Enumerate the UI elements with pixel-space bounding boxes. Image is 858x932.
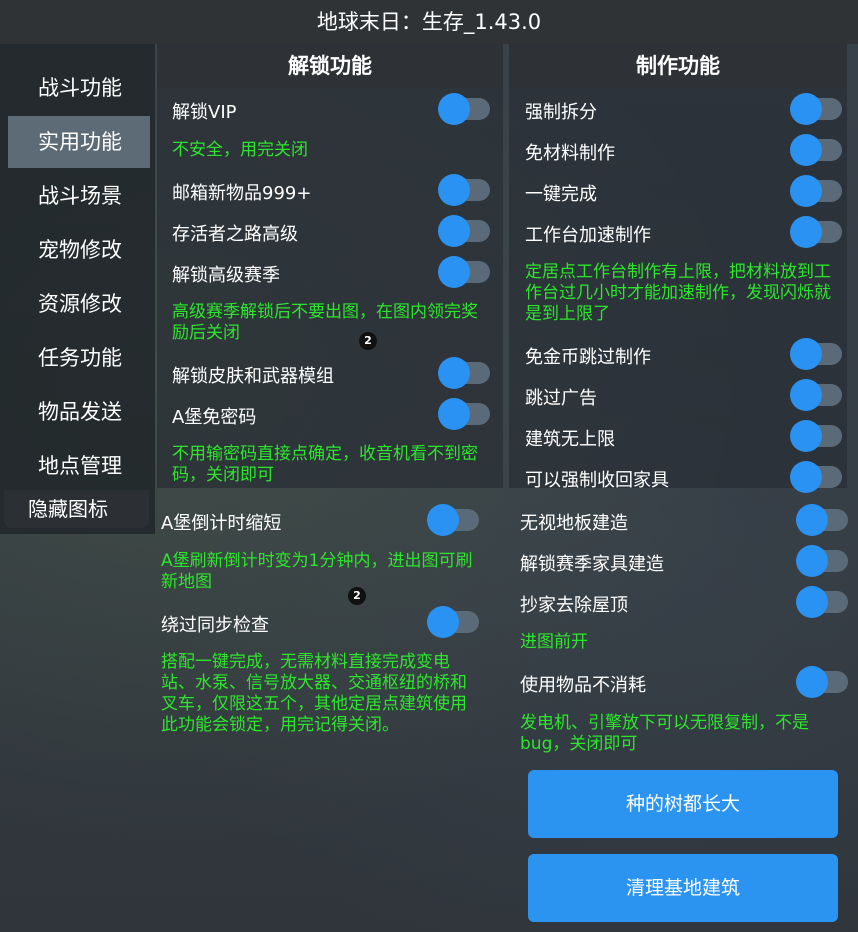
skip-coin-toggle[interactable] [790, 338, 842, 370]
mail999-toggle[interactable] [438, 174, 490, 206]
skip-ad-toggle[interactable] [790, 379, 842, 411]
skip-ad-label: 跳过广告 [525, 388, 597, 409]
free-material-toggle[interactable] [790, 134, 842, 166]
toggle-knob [796, 545, 828, 577]
mail999-label: 邮箱新物品999+ [172, 183, 312, 204]
toggle-knob [790, 93, 822, 125]
toggle-knob [790, 216, 822, 248]
toggle-knob [790, 338, 822, 370]
vip-label: 解锁VIP [172, 102, 237, 123]
bench-speed-toggle[interactable] [790, 216, 842, 248]
toggle-knob [796, 504, 828, 536]
toggle-knob [427, 504, 459, 536]
raid-roof-label: 抄家去除屋顶 [520, 595, 628, 616]
bench-speed-label: 工作台加速制作 [525, 225, 651, 246]
window-title: 地球末日：生存_1.43.0 [0, 0, 858, 44]
count-badge: 2 [359, 332, 377, 350]
force-dismantle-toggle[interactable] [790, 93, 842, 125]
one-click-label: 一键完成 [525, 184, 597, 205]
bench-note: 定居点工作台制作有上限，把材料放到工作台过几小时才能加速制作，发现闪烁就是到上限… [525, 262, 831, 324]
raid-note: 进图前开 [520, 632, 588, 652]
season-toggle[interactable] [438, 256, 490, 288]
survivor-road-label: 存活者之路高级 [172, 224, 298, 245]
season-furniture-label: 解锁赛季家具建造 [520, 554, 664, 575]
bunker-pwd-label: A堡免密码 [172, 407, 257, 428]
bunker-timer-label: A堡倒计时缩短 [161, 513, 282, 534]
toggle-knob [427, 606, 459, 638]
toggle-knob [438, 256, 470, 288]
count-badge: 2 [348, 587, 366, 605]
force-recall-toggle[interactable] [790, 461, 842, 493]
force-dismantle-label: 强制拆分 [525, 102, 597, 123]
force-recall-label: 可以强制收回家具 [525, 470, 669, 491]
no-build-limit-label: 建筑无上限 [525, 429, 615, 450]
sync-toggle[interactable] [427, 606, 479, 638]
season-furniture-toggle[interactable] [796, 545, 848, 577]
nav-item-location[interactable]: 地点管理 [8, 440, 150, 492]
no-consume-label: 使用物品不消耗 [520, 675, 646, 696]
bunker-timer-toggle[interactable] [427, 504, 479, 536]
bunker-timer-note: A堡刷新倒计时变为1分钟内，进出图可刷新地图 [161, 551, 473, 592]
raid-roof-toggle[interactable] [796, 586, 848, 618]
free-material-label: 免材料制作 [525, 143, 615, 164]
toggle-knob [790, 420, 822, 452]
craft-header: 制作功能 [509, 44, 847, 88]
toggle-knob [438, 215, 470, 247]
survivor-road-toggle[interactable] [438, 215, 490, 247]
toggle-knob [796, 586, 828, 618]
skin-label: 解锁皮肤和武器模组 [172, 366, 334, 387]
nav-item-resource[interactable]: 资源修改 [8, 278, 150, 330]
no-consume-toggle[interactable] [796, 666, 848, 698]
toggle-knob [790, 134, 822, 166]
skin-toggle[interactable] [438, 357, 490, 389]
sync-note: 搭配一键完成，无需材料直接完成变电站、水泵、信号放大器、交通枢纽的桥和叉车，仅限… [161, 652, 467, 735]
toggle-knob [790, 461, 822, 493]
nav-item-item-send[interactable]: 物品发送 [8, 386, 150, 438]
season-label: 解锁高级赛季 [172, 265, 280, 286]
one-click-toggle[interactable] [790, 175, 842, 207]
nav-item-utility[interactable]: 实用功能 [8, 116, 150, 168]
no-build-limit-toggle[interactable] [790, 420, 842, 452]
ignore-floor-label: 无视地板建造 [520, 513, 628, 534]
ignore-floor-toggle[interactable] [796, 504, 848, 536]
hide-icons-button[interactable]: 隐藏图标 [4, 490, 149, 528]
sidebar-nav: 战斗功能 实用功能 战斗场景 宠物修改 资源修改 任务功能 物品发送 地点管理 [8, 62, 150, 494]
clear-base-button[interactable]: 清理基地建筑 [528, 854, 838, 922]
nav-item-combat-scene[interactable]: 战斗场景 [8, 170, 150, 222]
vip-note: 不安全，用完关闭 [172, 140, 308, 160]
vip-toggle[interactable] [438, 93, 490, 125]
grow-trees-button[interactable]: 种的树都长大 [528, 770, 838, 838]
unlock-header: 解锁功能 [157, 44, 503, 88]
toggle-knob [796, 666, 828, 698]
bunker-pwd-note: 不用输密码直接点确定，收音机看不到密码，关闭即可 [172, 444, 478, 485]
toggle-knob [438, 398, 470, 430]
no-consume-note: 发电机、引擎放下可以无限复制，不是bug，关闭即可 [520, 713, 809, 754]
toggle-knob [790, 379, 822, 411]
toggle-knob [438, 93, 470, 125]
toggle-knob [438, 357, 470, 389]
nav-item-combat[interactable]: 战斗功能 [8, 62, 150, 114]
season-note: 高级赛季解锁后不要出图，在图内领完奖励后关闭 [172, 302, 478, 343]
bunker-pwd-toggle[interactable] [438, 398, 490, 430]
skip-coin-label: 免金币跳过制作 [525, 347, 651, 368]
sync-label: 绕过同步检查 [161, 615, 269, 636]
toggle-knob [790, 175, 822, 207]
nav-item-quest[interactable]: 任务功能 [8, 332, 150, 384]
toggle-knob [438, 174, 470, 206]
nav-item-pet[interactable]: 宠物修改 [8, 224, 150, 276]
